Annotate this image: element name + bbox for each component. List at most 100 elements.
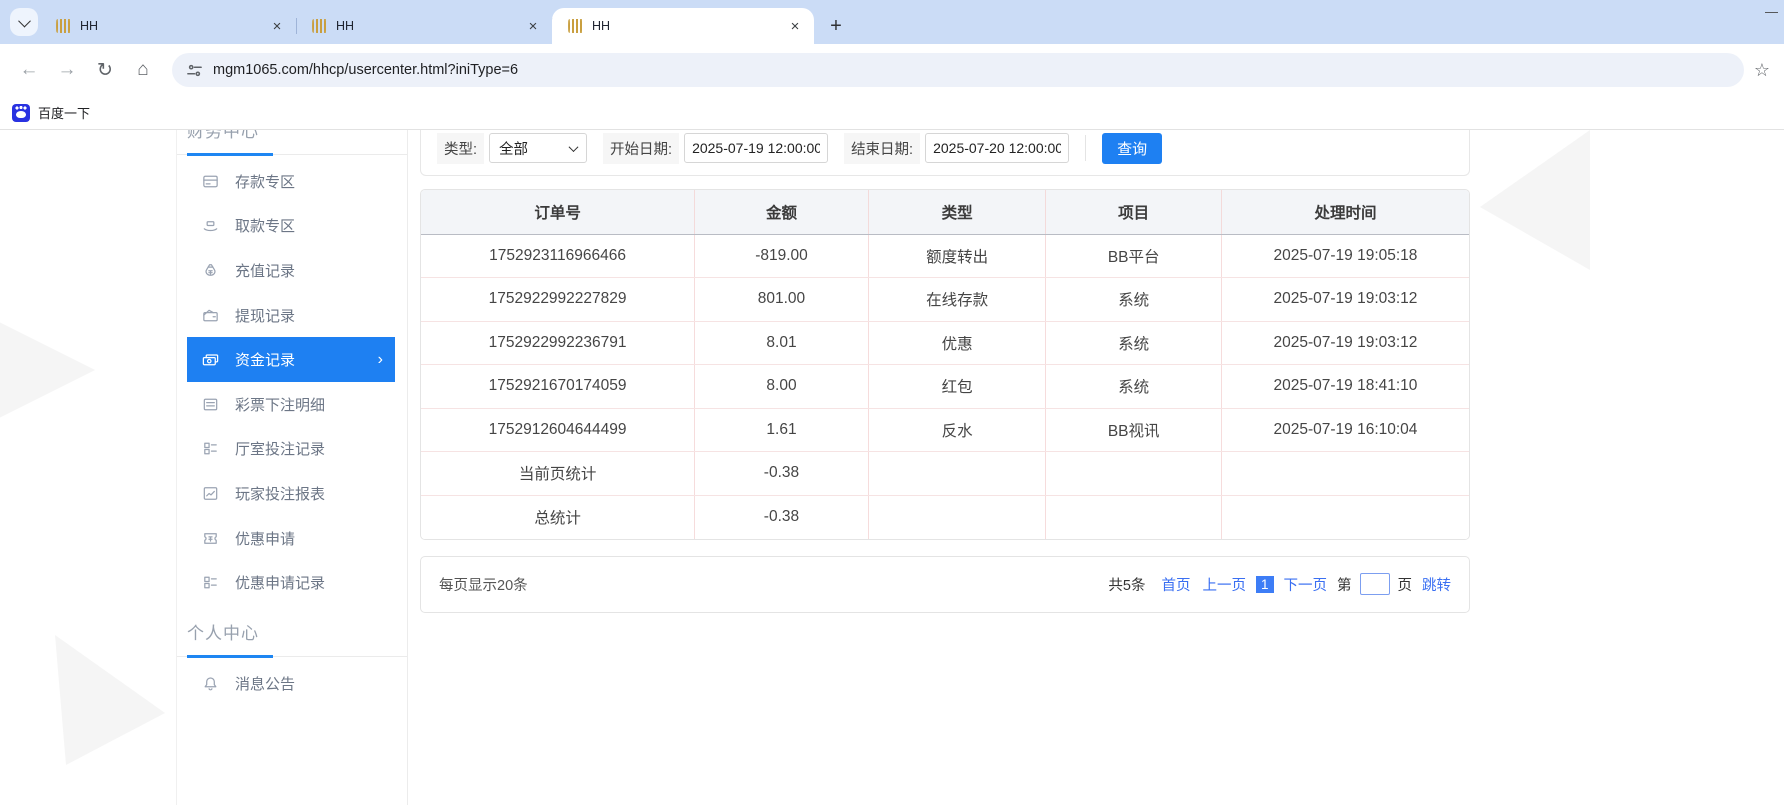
type-select[interactable]: 全部	[489, 133, 587, 163]
back-icon[interactable]: ←	[12, 53, 46, 87]
sidebar-item-玩家投注报表[interactable]: 玩家投注报表	[187, 471, 395, 516]
column-header: 处理时间	[1221, 190, 1469, 234]
sidebar-item-label: 彩票下注明细	[235, 394, 325, 415]
jump-button[interactable]: 跳转	[1422, 574, 1451, 595]
table-cell: 总统计	[421, 495, 695, 539]
sidebar-item-厅室投注记录[interactable]: 厅室投注记录	[187, 427, 395, 472]
page-size-text: 每页显示20条	[439, 574, 528, 595]
bookmark-star-icon[interactable]: ☆	[1754, 60, 1770, 81]
current-page-badge[interactable]: 1	[1256, 576, 1274, 593]
home-icon[interactable]: ⌂	[126, 53, 160, 87]
sidebar-item-提现记录[interactable]: 提现记录	[187, 293, 395, 338]
tab-3-active[interactable]: HH ×	[552, 8, 814, 44]
records-table-card: 订单号金额类型项目处理时间 1752923116966466-819.00额度转…	[420, 189, 1470, 540]
reload-icon[interactable]: ↻	[88, 53, 122, 87]
tab-1[interactable]: HH ×	[40, 8, 296, 44]
new-tab-button[interactable]: +	[822, 12, 850, 40]
promo-apply-icon	[201, 529, 220, 548]
bookmark-item-baidu[interactable]: 百度一下	[38, 103, 90, 122]
tabs-container: HH × HH × HH × +	[40, 0, 850, 44]
tab-title: HH	[336, 19, 524, 33]
sidebar-item-彩票下注明细[interactable]: 彩票下注明细	[187, 382, 395, 427]
sidebar-item-label: 优惠申请	[235, 528, 295, 549]
sidebar-item-label: 充值记录	[235, 260, 295, 281]
close-icon[interactable]: ×	[268, 17, 286, 35]
sidebar-item-取款专区[interactable]: 取款专区	[187, 204, 395, 249]
sidebar-item-充值记录[interactable]: 充值记录	[187, 248, 395, 293]
chevron-down-icon	[18, 14, 31, 27]
sidebar-item-label: 消息公告	[235, 673, 295, 694]
sidebar-item-label: 玩家投注报表	[235, 483, 325, 504]
end-date-input[interactable]	[925, 133, 1069, 163]
close-icon[interactable]: ×	[524, 17, 542, 35]
close-icon[interactable]: ×	[786, 17, 804, 35]
table-cell: 2025-07-19 19:03:12	[1221, 278, 1469, 322]
site-favicon	[568, 19, 584, 33]
forward-icon[interactable]: →	[50, 53, 84, 87]
sidebar-item-消息公告[interactable]: 消息公告	[187, 661, 395, 706]
recharge-bag-icon	[201, 261, 220, 280]
tab-2[interactable]: HH ×	[296, 8, 552, 44]
url-text[interactable]: mgm1065.com/hhcp/usercenter.html?iniType…	[213, 62, 518, 78]
tab-search-button[interactable]	[10, 8, 38, 36]
sidebar-item-资金记录[interactable]: 资金记录›	[187, 337, 395, 382]
table-cell: 2025-07-19 19:05:18	[1221, 234, 1469, 278]
table-cell	[1221, 495, 1469, 539]
sidebar-item-label: 提现记录	[235, 305, 295, 326]
sidebar-item-优惠申请记录[interactable]: 优惠申请记录	[187, 560, 395, 605]
browser-toolbar: ← → ↻ ⌂ mgm1065.com/hhcp/usercenter.html…	[0, 44, 1784, 96]
table-cell: 红包	[868, 365, 1046, 409]
page-content: 财务中心存款专区取款专区充值记录提现记录资金记录›彩票下注明细厅室投注记录玩家投…	[0, 130, 1784, 805]
sidebar-item-label: 优惠申请记录	[235, 572, 325, 593]
summary-row: 当前页统计-0.38	[421, 452, 1469, 496]
sidebar-item-存款专区[interactable]: 存款专区	[187, 159, 395, 204]
table-row: 1752923116966466-819.00额度转出BB平台2025-07-1…	[421, 234, 1469, 278]
page-jump-input[interactable]	[1360, 573, 1390, 595]
menu-list: 存款专区取款专区充值记录提现记录资金记录› 彩票下注明细厅室投注记录玩家投注报表优…	[177, 155, 407, 605]
table-cell: 系统	[1046, 365, 1222, 409]
player-report-icon	[201, 484, 220, 503]
tab-title: HH	[592, 19, 786, 33]
window-minimize-icon[interactable]: —	[1765, 4, 1778, 19]
menu-list: 消息公告	[177, 657, 407, 706]
tab-title: HH	[80, 19, 268, 33]
table-cell: 反水	[868, 408, 1046, 452]
decorative-triangle	[55, 635, 165, 765]
table-cell: 2025-07-19 18:41:10	[1221, 365, 1469, 409]
next-page-link[interactable]: 下一页	[1284, 574, 1328, 595]
filter-divider	[1085, 135, 1086, 161]
type-select-value: 全部	[499, 138, 528, 159]
table-cell: -0.38	[695, 452, 869, 496]
table-cell: 2025-07-19 16:10:04	[1221, 408, 1469, 452]
table-cell: 8.01	[695, 321, 869, 365]
site-favicon	[56, 19, 72, 33]
column-header: 金额	[695, 190, 869, 234]
baidu-favicon	[12, 104, 30, 122]
start-date-input[interactable]	[684, 133, 828, 163]
table-cell: 1.61	[695, 408, 869, 452]
query-button[interactable]: 查询	[1102, 133, 1162, 164]
table-cell: -0.38	[695, 495, 869, 539]
table-cell: -819.00	[695, 234, 869, 278]
table-cell	[868, 495, 1046, 539]
total-count-text: 共5条	[1108, 574, 1145, 595]
table-cell: 801.00	[695, 278, 869, 322]
table-cell: BB视讯	[1046, 408, 1222, 452]
lottery-detail-icon	[201, 395, 220, 414]
end-date-label: 结束日期:	[844, 133, 920, 164]
first-page-link[interactable]: 首页	[1161, 574, 1190, 595]
deposit-card-icon	[201, 172, 220, 191]
sidebar-item-label: 存款专区	[235, 171, 295, 192]
table-cell	[1221, 452, 1469, 496]
table-cell: 1752922992227829	[421, 278, 695, 322]
address-bar[interactable]: mgm1065.com/hhcp/usercenter.html?iniType…	[172, 53, 1744, 87]
withdraw-hand-icon	[201, 216, 220, 235]
table-cell: 当前页统计	[421, 452, 695, 496]
table-cell: 额度转出	[868, 234, 1046, 278]
prev-page-link[interactable]: 上一页	[1202, 574, 1246, 595]
table-cell: 优惠	[868, 321, 1046, 365]
sidebar-item-优惠申请[interactable]: 优惠申请	[187, 516, 395, 561]
tab-strip: HH × HH × HH × + —	[0, 0, 1784, 44]
table-cell: 1752922992236791	[421, 321, 695, 365]
site-settings-icon[interactable]	[186, 62, 203, 79]
